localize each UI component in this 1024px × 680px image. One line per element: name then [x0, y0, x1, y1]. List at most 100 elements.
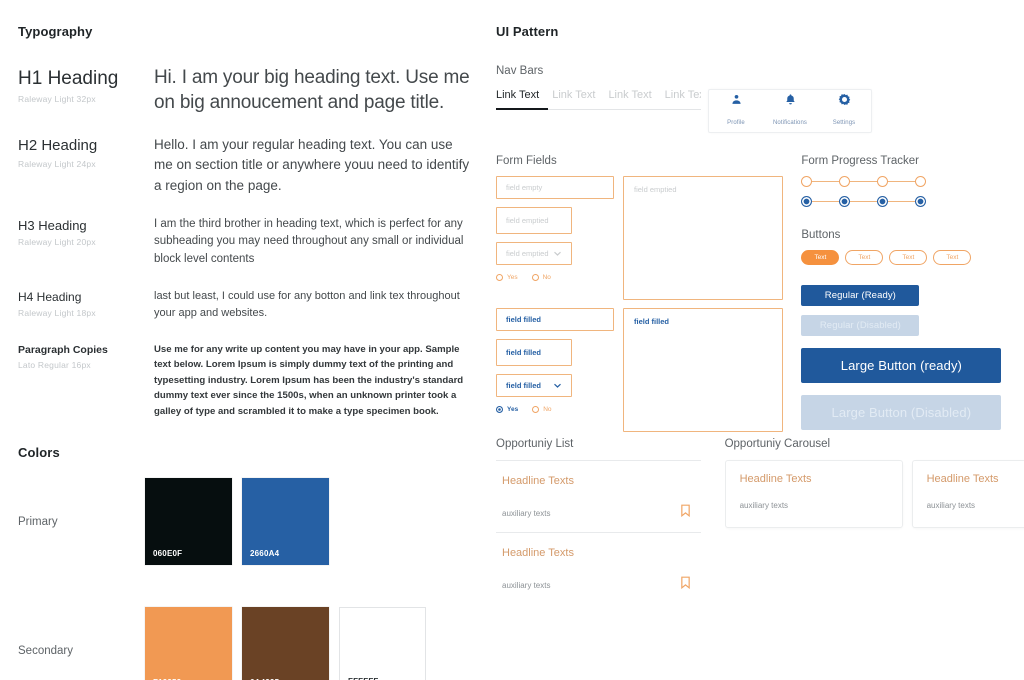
chevron-down-icon [553, 381, 562, 390]
tab-bar: Link Text Link Text Link Text Link Text [496, 89, 701, 110]
type-meta: H1 Heading Raleway Light 32px [18, 65, 154, 115]
list-item-headline: Headline Texts [502, 475, 574, 487]
input-placeholder: field emptied [506, 216, 549, 225]
card-headline: Headline Texts [739, 473, 812, 485]
progress-step[interactable] [801, 176, 813, 187]
carousel-card[interactable]: Headline Texts auxiliary texts [724, 460, 903, 528]
bottom-nav-label: Settings [832, 120, 856, 126]
progress-step[interactable] [839, 176, 851, 187]
swatch-list: 060E0F 2660A4 [145, 478, 329, 566]
pill-button-outline-2[interactable]: Text [889, 250, 928, 265]
bookmark-icon[interactable] [680, 576, 691, 594]
type-font-note: Raleway Light 20px [18, 237, 96, 248]
pill-button-outline-1[interactable]: Text [845, 250, 884, 265]
progress-step[interactable] [801, 196, 813, 207]
radio-label: No [543, 406, 552, 413]
progress-tracker-empty [801, 176, 1016, 187]
progress-step[interactable] [915, 176, 927, 187]
colors-section-title: Colors [18, 445, 60, 461]
textarea-empty[interactable]: field emptied [623, 176, 783, 300]
swatch-list: F19953 6A4225 FFFFFF [145, 607, 426, 680]
tab-strip: Link Text Link Text Link Text Link Text [496, 89, 701, 110]
radio-label: Yes [507, 274, 518, 281]
textarea-filled[interactable]: field filled [623, 308, 783, 432]
type-row-h2: H2 Heading Raleway Light 24px Hello. I a… [18, 135, 473, 196]
radio-label: Yes [507, 406, 519, 413]
typography-section-title: Typography [18, 24, 93, 39]
type-sample: Use me for any write up content you may … [154, 343, 464, 417]
progress-connector [812, 201, 840, 202]
type-meta: H3 Heading Raleway Light 20px [18, 216, 154, 268]
opportunity-section: Opportuniy List Headline Texts auxiliary… [496, 438, 1024, 604]
select-filled[interactable]: field filled [496, 374, 572, 397]
type-sample: Hi. I am your big heading text. Use me o… [154, 67, 470, 114]
swatch-hex-label: 060E0F [153, 549, 183, 559]
select-empty[interactable]: field emptied [496, 242, 572, 265]
text-input-small-empty[interactable]: field emptied [496, 207, 572, 234]
bottom-nav-item-notifications[interactable]: Notifications [763, 93, 817, 129]
form-fields-label: Form Fields [496, 155, 557, 167]
textarea-stack: field emptied field filled [623, 176, 783, 432]
form-fields-grid: field empty field emptied field emptied [496, 176, 791, 432]
tab-underline [496, 108, 701, 110]
radio-yes-empty[interactable]: Yes [496, 274, 518, 281]
select-placeholder: field emptied [506, 249, 549, 258]
progress-step[interactable] [915, 196, 927, 207]
pill-button-row: Text Text Text Text [801, 250, 1016, 265]
list-item-aux: auxiliary texts [502, 508, 551, 518]
type-name: H1 Heading [18, 68, 119, 89]
bookmark-icon[interactable] [680, 504, 691, 522]
large-ready-button[interactable]: Large Button (ready) [801, 348, 1002, 383]
progress-connector [850, 201, 878, 202]
card-headline: Headline Texts [926, 473, 999, 485]
form-fields-empty-stack: field empty field emptied field emptied [496, 176, 616, 432]
style-guide-page: Typography H1 Heading Raleway Light 32px… [0, 0, 1024, 680]
tab-link-4[interactable]: Link Text [665, 89, 701, 109]
large-disabled-button: Large Button (Disabled) [801, 395, 1002, 430]
pill-button-outline-3[interactable]: Text [933, 250, 972, 265]
form-and-controls-row: Form Fields field empty field emptied fi… [496, 155, 1016, 432]
list-item-aux: auxiliary texts [502, 580, 551, 590]
text-input-empty[interactable]: field empty [496, 176, 614, 199]
bottom-nav-label: Profile [727, 120, 745, 126]
progress-connector [850, 181, 878, 182]
radio-yes-selected[interactable]: Yes [496, 406, 518, 413]
tab-link-2[interactable]: Link Text [552, 89, 595, 109]
radio-no-empty[interactable]: No [531, 274, 551, 281]
text-input-filled[interactable]: field filled [496, 308, 614, 331]
nav-bars-label: Nav Bars [496, 65, 544, 77]
progress-step[interactable] [839, 196, 851, 207]
regular-ready-button[interactable]: Regular (Ready) [801, 285, 920, 306]
color-group-label: Secondary [18, 644, 73, 657]
carousel-card[interactable]: Headline Texts auxiliary texts [911, 460, 1024, 528]
type-meta: Paragraph Copies Lato Regular 16px [18, 342, 154, 420]
pill-button-primary[interactable]: Text [801, 250, 840, 265]
textarea-placeholder: field emptied [634, 185, 677, 194]
progress-step[interactable] [877, 176, 889, 187]
type-name: Paragraph Copies [18, 343, 108, 356]
list-item[interactable]: Headline Texts auxiliary texts [496, 461, 701, 532]
list-item-headline: Headline Texts [502, 547, 574, 559]
input-value: field filled [506, 315, 542, 324]
progress-step[interactable] [877, 196, 889, 207]
color-swatch: F19953 [145, 607, 232, 680]
progress-connector [812, 181, 840, 182]
text-input-small-filled[interactable]: field filled [496, 339, 572, 366]
bottom-nav-item-settings[interactable]: Settings [817, 93, 871, 129]
radio-dot [496, 406, 503, 413]
bell-icon [763, 93, 817, 109]
type-row-paragraph: Paragraph Copies Lato Regular 16px Use m… [18, 342, 473, 420]
tab-link-3[interactable]: Link Text [608, 89, 651, 109]
regular-disabled-button: Regular (Disabled) [801, 315, 920, 336]
bottom-nav-item-profile[interactable]: Profile [709, 93, 763, 129]
carousel-track[interactable]: Headline Texts auxiliary texts Headline … [724, 460, 1024, 528]
tracker-and-buttons-block: Form Progress Tracker Buttons Text Text … [801, 155, 1016, 432]
radio-no-unselected[interactable]: No [532, 406, 552, 413]
chevron-down-icon [553, 249, 562, 258]
tab-link-1[interactable]: Link Text [496, 89, 539, 109]
list-item[interactable]: Headline Texts auxiliary texts [496, 533, 701, 604]
type-row-h4: H4 Heading Raleway Light 18px last but l… [18, 288, 473, 321]
